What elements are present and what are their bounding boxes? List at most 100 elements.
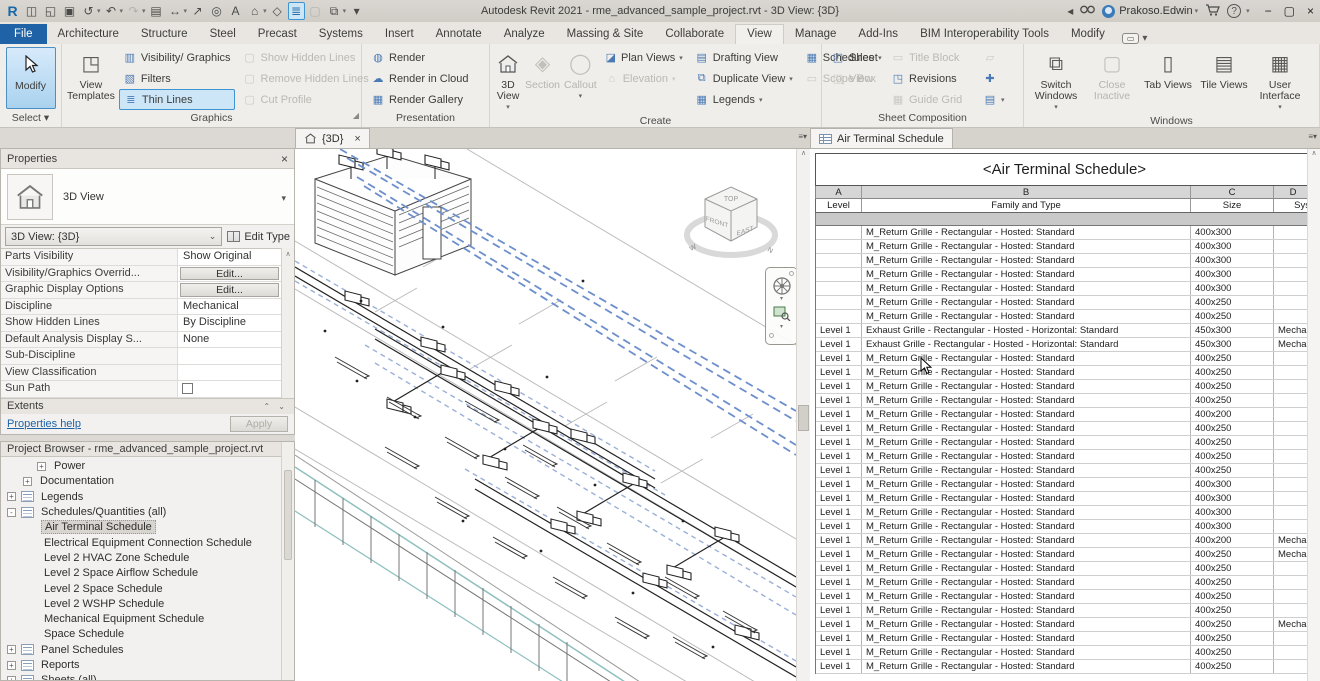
modify-button[interactable]: Modify <box>6 47 56 109</box>
sheet-view[interactable]: ◲View <box>827 68 883 89</box>
tile-views-button[interactable]: ▤Tile Views <box>1197 47 1251 91</box>
text-note-icon[interactable]: A <box>227 2 244 20</box>
browser-scrollbar-thumb[interactable] <box>284 470 292 560</box>
expander-icon[interactable]: + <box>7 645 16 654</box>
schedule-row[interactable]: Level 1M_Return Grille - Rectangular - H… <box>816 548 1313 562</box>
user-interface-button[interactable]: ▦User Interface▾ <box>1253 47 1307 113</box>
sun-path-checkbox[interactable] <box>182 383 193 394</box>
revit-logo[interactable]: R <box>4 2 21 20</box>
tree-item-schedules-quantities-all-[interactable]: -Schedules/Quantities (all) <box>1 504 294 519</box>
schedule-row[interactable]: Level 1M_Return Grille - Rectangular - H… <box>816 436 1313 450</box>
type-selector[interactable]: 3D View ▾ <box>1 169 294 225</box>
aligned-dimension-icon[interactable]: ↗ <box>189 2 206 20</box>
ribbon-tab-steel[interactable]: Steel <box>199 25 247 44</box>
tree-item-documentation[interactable]: +Documentation <box>1 474 294 489</box>
schedule-row[interactable]: Level 1M_Return Grille - Rectangular - H… <box>816 492 1313 506</box>
sheet-guide-grid[interactable]: ▦Guide Grid <box>887 89 975 110</box>
ribbon-tab-collaborate[interactable]: Collaborate <box>654 25 735 44</box>
customize-qat-icon[interactable]: ▾ <box>348 2 365 20</box>
graphics-cut-profile[interactable]: ▢Cut Profile <box>239 89 373 110</box>
schedule-row[interactable]: Level 1Exhaust Grille - Rectangular - Ho… <box>816 324 1313 338</box>
close-button[interactable]: × <box>1307 4 1314 18</box>
edit-type-button[interactable]: Edit Type <box>227 231 290 243</box>
print-icon[interactable]: ▤ <box>148 2 165 20</box>
help-dropdown-icon[interactable]: ▾ <box>1246 7 1250 15</box>
schedule-row[interactable]: Level 1M_Return Grille - Rectangular - H… <box>816 604 1313 618</box>
presentation-render-gallery[interactable]: ▦Render Gallery <box>367 89 484 110</box>
tab-list-icon[interactable]: ≡▾ <box>798 132 807 141</box>
apply-button[interactable]: Apply <box>230 416 288 432</box>
expander-icon[interactable]: + <box>7 492 16 501</box>
schedule-row[interactable]: Level 1M_Return Grille - Rectangular - H… <box>816 408 1313 422</box>
measure-icon[interactable]: ↔ <box>167 2 184 20</box>
ribbon-tab-view[interactable]: View <box>735 24 784 44</box>
ribbon-tab-modify[interactable]: Modify <box>1060 25 1116 44</box>
sync-with-central-icon[interactable]: ↺ <box>80 2 97 20</box>
ribbon-tab-bim-interoperability-tools[interactable]: BIM Interoperability Tools <box>909 25 1060 44</box>
ribbon-tab-structure[interactable]: Structure <box>130 25 199 44</box>
sheet-revisions[interactable]: ◳Revisions <box>887 68 975 89</box>
navigation-bar[interactable]: ▾ ▾ <box>765 267 798 345</box>
search-icon[interactable] <box>1080 4 1095 18</box>
help-icon[interactable]: ? <box>1227 4 1241 18</box>
schedule-row[interactable]: Level 1M_Return Grille - Rectangular - H… <box>816 576 1313 590</box>
frame-back-icon[interactable]: ◂ <box>1067 4 1073 18</box>
open-icon[interactable]: ◱ <box>42 2 59 20</box>
redo-icon-dropdown[interactable]: ▾ <box>142 7 146 15</box>
tree-item-level-2-space-airflow-schedule[interactable]: Level 2 Space Airflow Schedule <box>1 566 294 581</box>
browser-scrollbar[interactable] <box>281 442 294 681</box>
dialog-launcher-icon[interactable]: ◢ <box>353 108 359 124</box>
redo-icon[interactable]: ↷ <box>125 2 142 20</box>
ribbon-tab-annotate[interactable]: Annotate <box>425 25 493 44</box>
schedule-row[interactable]: Level 1M_Return Grille - Rectangular - H… <box>816 590 1313 604</box>
extents-group-header[interactable]: Extents ⌃ ⌄ <box>1 398 294 414</box>
tree-item-air-terminal-schedule[interactable]: Air Terminal Schedule <box>1 520 294 535</box>
ribbon-tab-add-ins[interactable]: Add-Ins <box>847 25 909 44</box>
tree-item-level-2-wshp-schedule[interactable]: Level 2 WSHP Schedule <box>1 596 294 611</box>
graphics-show-hidden-lines[interactable]: ▢Show Hidden Lines <box>239 47 373 68</box>
sheet-icon-button[interactable]: ▱ <box>979 47 1013 68</box>
schedule-tab-list-icon[interactable]: ≡▾ <box>1308 132 1317 141</box>
view-templates-button[interactable]: ◳ View Templates <box>67 47 115 102</box>
properties-toggle-icon[interactable]: ◫ <box>23 2 40 20</box>
create-legends[interactable]: ▦Legends▾ <box>691 89 797 110</box>
close-inactive-button[interactable]: ▢Close Inactive <box>1085 47 1139 102</box>
ribbon-tab-manage[interactable]: Manage <box>784 25 848 44</box>
schedule-body[interactable]: <Air Terminal Schedule> A B C D Level Fa… <box>810 148 1320 681</box>
schedule-row[interactable]: M_Return Grille - Rectangular - Hosted: … <box>816 282 1313 296</box>
ribbon-tab-precast[interactable]: Precast <box>247 25 308 44</box>
navbar-dropdown-icon[interactable]: ▾ <box>780 296 783 302</box>
close-inactive-icon[interactable]: ▢ <box>307 2 324 20</box>
schedule-row[interactable]: Level 1M_Return Grille - Rectangular - H… <box>816 646 1313 660</box>
ribbon-tab-insert[interactable]: Insert <box>374 25 425 44</box>
3d-view-button[interactable]: 3D View▾ <box>495 47 521 113</box>
schedule-row[interactable]: Level 1M_Return Grille - Rectangular - H… <box>816 478 1313 492</box>
tree-item-level-2-space-schedule[interactable]: Level 2 Space Schedule <box>1 581 294 596</box>
tab-air-terminal-schedule[interactable]: Air Terminal Schedule <box>810 128 953 148</box>
property-value[interactable] <box>178 348 281 364</box>
schedule-row[interactable]: Level 1M_Return Grille - Rectangular - H… <box>816 618 1313 632</box>
schedule-row[interactable]: Level 1M_Return Grille - Rectangular - H… <box>816 366 1313 380</box>
view-type-combo[interactable]: 3D View: {3D}⌄ <box>5 227 222 246</box>
panel-label-select[interactable]: Select ▾ <box>0 110 61 127</box>
default-3d-view-icon[interactable]: ⌂ <box>246 2 263 20</box>
drawing-scrollbar[interactable]: ∧ <box>796 149 810 681</box>
tab-3d-view[interactable]: {3D} × <box>295 128 370 148</box>
properties-help-link[interactable]: Properties help <box>7 418 81 430</box>
sheet-icon-button[interactable]: ✚ <box>979 68 1013 89</box>
schedule-row[interactable]: Level 1M_Return Grille - Rectangular - H… <box>816 506 1313 520</box>
drawing-scrollbar-thumb[interactable] <box>798 405 809 431</box>
schedule-row[interactable]: Level 1M_Return Grille - Rectangular - H… <box>816 380 1313 394</box>
switch-windows-icon-dropdown[interactable]: ▾ <box>343 7 347 15</box>
thin-lines-icon[interactable]: ≣ <box>288 2 305 20</box>
default-3d-view-icon-dropdown[interactable]: ▾ <box>263 7 267 15</box>
ribbon-tab-systems[interactable]: Systems <box>308 25 374 44</box>
schedule-row[interactable]: M_Return Grille - Rectangular - Hosted: … <box>816 240 1313 254</box>
schedule-scrollbar[interactable]: ∧ <box>1307 149 1320 681</box>
graphics-visibility-graphics[interactable]: ▥Visibility/ Graphics <box>119 47 235 68</box>
expander-icon[interactable]: + <box>7 676 16 681</box>
tree-item-electrical-equipment-connection-schedule[interactable]: Electrical Equipment Connection Schedule <box>1 535 294 550</box>
undo-icon[interactable]: ↶ <box>103 2 120 20</box>
edit-button[interactable]: Edit... <box>180 283 279 297</box>
schedule-row[interactable]: M_Return Grille - Rectangular - Hosted: … <box>816 268 1313 282</box>
